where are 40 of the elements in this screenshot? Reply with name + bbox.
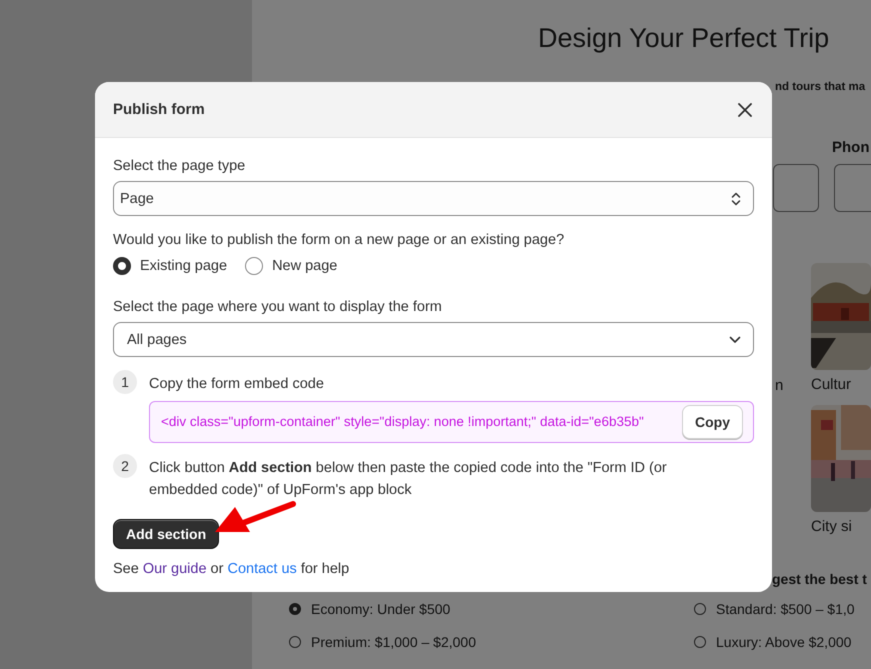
step-number: 2 (113, 454, 137, 478)
tile-caption: n (775, 377, 784, 394)
guide-link[interactable]: Our guide (142, 561, 207, 577)
page-subtitle: nd tours that ma (775, 81, 866, 93)
add-section-button[interactable]: Add section (113, 519, 220, 549)
chevron-down-icon (729, 336, 741, 344)
up-down-chevron-icon (731, 190, 741, 206)
field-label: Select the page where you want to display the form (113, 299, 443, 315)
radio-button[interactable] (694, 636, 706, 648)
radio-button[interactable] (694, 603, 706, 615)
radio-button[interactable] (289, 603, 301, 615)
copy-button[interactable]: Copy (682, 405, 743, 439)
select-field[interactable]: All pages (113, 322, 754, 357)
help-text: See Our guide or Contact us for help (113, 561, 350, 577)
select-value: Page (120, 190, 154, 206)
dialog-title: Publish form (113, 101, 205, 118)
step-text: Click button Add section below then paste the copied code into the "Form ID (or embedded code)" of UpForm's app block (149, 459, 668, 500)
radio-button[interactable] (245, 257, 264, 275)
step-text: Copy the form embed code (149, 375, 325, 394)
step-number: 1 (113, 370, 137, 394)
option-label: Standard: $500 – $1,0 (716, 601, 855, 617)
contact-link[interactable]: Contact us (227, 561, 297, 577)
close-icon[interactable] (738, 102, 752, 116)
question-label: Would you like to publish the form on a new page or an existing page? (113, 232, 566, 248)
option-label: Premium: $1,000 – $2,000 (311, 634, 476, 650)
option-label: New page (272, 258, 338, 274)
radio-button[interactable] (289, 636, 301, 648)
option-label: Luxury: Above $2,000 (716, 634, 852, 650)
tile-caption: Cultur (811, 376, 852, 393)
question-label: gest the best t (772, 571, 867, 587)
tile-caption: City si (811, 518, 852, 535)
code-field[interactable]: <div class="upform-container" style="display: none !important;" data-id="e6b35b" Copy (149, 401, 754, 443)
input-field[interactable] (773, 164, 819, 212)
option-label: Existing page (140, 258, 228, 274)
radio-button[interactable] (113, 257, 131, 275)
select-field[interactable]: Page (113, 181, 754, 216)
page-title: Design Your Perfect Trip (538, 23, 830, 53)
field-label: Select the page type (113, 158, 246, 174)
option-label: Economy: Under $500 (311, 601, 450, 617)
field-label: Phon (832, 139, 870, 156)
